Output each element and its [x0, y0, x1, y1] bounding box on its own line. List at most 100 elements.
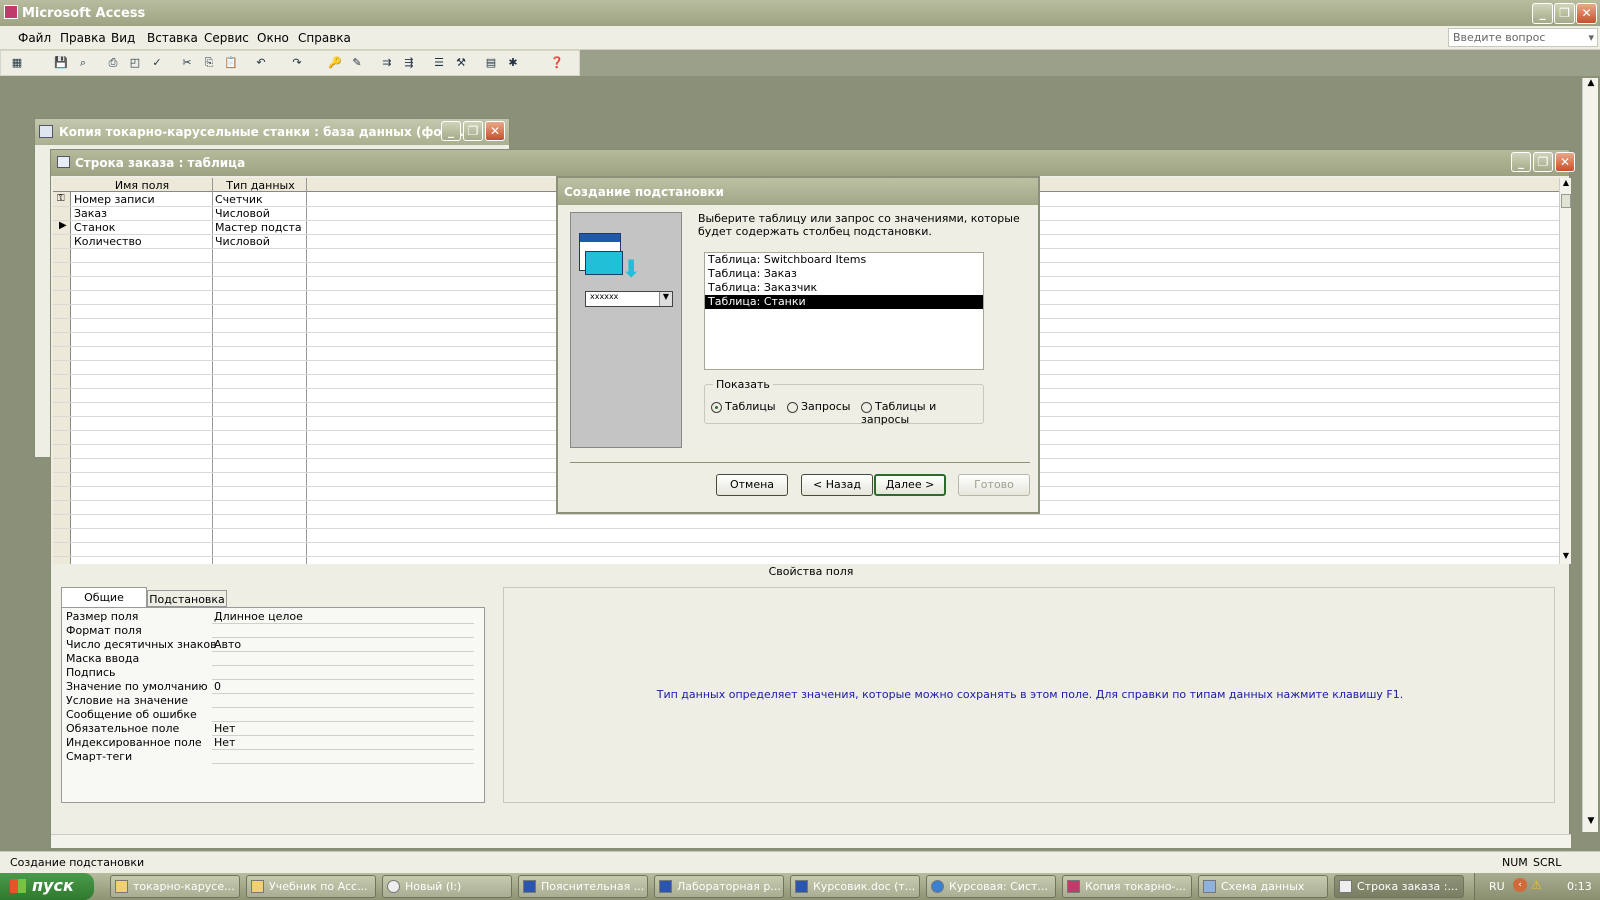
list-item[interactable]: Таблица: Заказчик: [705, 281, 983, 295]
column-header-data-type: Тип данных: [226, 179, 295, 192]
copy-icon[interactable]: ⎘: [201, 55, 217, 71]
delete-rows-icon[interactable]: ⇶: [401, 55, 417, 71]
db-minimize-button[interactable]: _: [441, 121, 461, 141]
warning-icon[interactable]: ⚠: [1531, 878, 1542, 892]
grid-vertical-scrollbar[interactable]: ▲ ▼: [1559, 178, 1571, 564]
property-row[interactable]: Формат поля: [66, 624, 486, 638]
table-minimize-button[interactable]: _: [1511, 152, 1531, 172]
tray-arrow-icon[interactable]: ‹: [1513, 878, 1527, 892]
taskbar-item[interactable]: Лабораторная р...: [654, 875, 784, 898]
paste-icon[interactable]: 📋: [223, 55, 239, 71]
dialog-titlebar: Создание подстановки: [558, 178, 1038, 205]
chevron-down-icon[interactable]: ▾: [1588, 31, 1594, 44]
table-maximize-button[interactable]: ❐: [1533, 152, 1553, 172]
scroll-thumb[interactable]: [1561, 194, 1571, 208]
folder-icon: [115, 880, 128, 893]
finish-button: Готово: [958, 474, 1030, 496]
start-button[interactable]: пуск: [0, 873, 94, 900]
cut-icon[interactable]: ✂: [179, 55, 195, 71]
table-close-button[interactable]: ✕: [1555, 152, 1575, 172]
taskbar-item[interactable]: Курсовая: Сист...: [926, 875, 1056, 898]
list-item[interactable]: Таблица: Заказ: [705, 267, 983, 281]
back-button[interactable]: < Назад: [801, 474, 873, 496]
next-button[interactable]: Далее >: [874, 474, 946, 496]
list-item[interactable]: Таблица: Switchboard Items: [705, 253, 983, 267]
save-icon[interactable]: 💾: [53, 55, 69, 71]
taskbar-item[interactable]: Схема данных: [1198, 875, 1328, 898]
radio-tables[interactable]: Таблицы: [711, 400, 776, 413]
insert-rows-icon[interactable]: ⇉: [379, 55, 395, 71]
menu-help[interactable]: Справка: [298, 31, 351, 45]
property-row[interactable]: Смарт-теги: [66, 750, 486, 764]
data-type-cell[interactable]: Числовой: [215, 207, 270, 220]
close-button[interactable]: ✕: [1576, 3, 1597, 24]
menu-tools[interactable]: Сервис: [204, 31, 249, 45]
scroll-down-icon[interactable]: ▼: [1583, 816, 1599, 832]
taskbar-item[interactable]: Новый (I:): [382, 875, 512, 898]
property-row[interactable]: Подпись: [66, 666, 486, 680]
preview-icon[interactable]: ◰: [127, 55, 143, 71]
property-row[interactable]: Размер поля Длинное целое: [66, 610, 486, 624]
scroll-up-icon[interactable]: ▲: [1560, 178, 1572, 190]
radio-button[interactable]: [861, 401, 872, 413]
minimize-button[interactable]: _: [1532, 3, 1553, 24]
table-window-titlebar: Строка заказа : таблица _ ❐ ✕: [51, 150, 1575, 176]
scroll-down-icon[interactable]: ▼: [1560, 551, 1572, 563]
data-type-cell[interactable]: Мастер подста: [215, 221, 305, 234]
cancel-button[interactable]: Отмена: [716, 474, 788, 496]
ask-question-input[interactable]: Введите вопрос ▾: [1448, 28, 1598, 47]
radio-button[interactable]: [711, 401, 722, 413]
menu-view[interactable]: Вид: [111, 31, 135, 45]
database-window-icon[interactable]: ▤: [483, 55, 499, 71]
field-name-cell[interactable]: Заказ: [74, 207, 107, 220]
print-icon[interactable]: ⎙: [105, 55, 121, 71]
radio-button[interactable]: [787, 401, 798, 413]
radio-tables-and-queries[interactable]: Таблицы и запросы: [861, 400, 983, 426]
taskbar-item[interactable]: Копия токарно-...: [1062, 875, 1192, 898]
menu-file[interactable]: Файл: [18, 31, 51, 45]
field-name-cell[interactable]: Станок: [74, 221, 115, 234]
maximize-button[interactable]: ❐: [1554, 3, 1575, 24]
field-name-cell[interactable]: Количество: [74, 235, 142, 248]
menu-edit[interactable]: Правка: [60, 31, 106, 45]
property-row[interactable]: Условие на значение: [66, 694, 486, 708]
property-row[interactable]: Сообщение об ошибке: [66, 708, 486, 722]
menu-window[interactable]: Окно: [257, 31, 289, 45]
db-close-button[interactable]: ✕: [485, 121, 505, 141]
db-maximize-button[interactable]: ❐: [463, 121, 483, 141]
taskbar-item[interactable]: Учебник по Acc...: [246, 875, 376, 898]
property-row[interactable]: Индексированное поле Нет: [66, 736, 486, 750]
property-row[interactable]: Обязательное поле Нет: [66, 722, 486, 736]
data-type-cell[interactable]: Числовой: [215, 235, 270, 248]
taskbar-item[interactable]: Курсовик.doc (т...: [790, 875, 920, 898]
taskbar-item[interactable]: токарно-карусе...: [110, 875, 240, 898]
app-vertical-scrollbar[interactable]: ▲ ▼: [1582, 78, 1598, 832]
property-row[interactable]: Число десятичных знаков Авто: [66, 638, 486, 652]
field-name-cell[interactable]: Номер записи: [74, 193, 155, 206]
scroll-up-icon[interactable]: ▲: [1583, 78, 1599, 94]
table-list[interactable]: Таблица: Switchboard Items Таблица: Зака…: [704, 252, 984, 370]
redo-icon[interactable]: ↷: [289, 55, 305, 71]
properties-icon[interactable]: ☰: [431, 55, 447, 71]
help-icon[interactable]: ❓: [549, 55, 565, 71]
key-icon[interactable]: 🔑: [327, 55, 343, 71]
menu-insert[interactable]: Вставка: [147, 31, 198, 45]
data-type-cell[interactable]: Счетчик: [215, 193, 263, 206]
language-indicator[interactable]: RU: [1489, 880, 1505, 893]
builder-icon[interactable]: ✎: [349, 55, 365, 71]
taskbar-item-active[interactable]: Строка заказа :...: [1334, 875, 1464, 898]
property-row[interactable]: Маска ввода: [66, 652, 486, 666]
search-icon[interactable]: ⌕: [75, 55, 91, 71]
tab-lookup[interactable]: Подстановка: [147, 590, 227, 607]
view-icon[interactable]: ▦: [9, 55, 25, 71]
list-item-selected[interactable]: Таблица: Станки: [705, 295, 983, 309]
taskbar-item[interactable]: Пояснительная ...: [518, 875, 648, 898]
property-row[interactable]: Значение по умолчанию 0: [66, 680, 486, 694]
spelling-icon[interactable]: ✓: [149, 55, 165, 71]
horizontal-scrollbar[interactable]: [51, 834, 1571, 848]
radio-queries[interactable]: Запросы: [787, 400, 850, 413]
undo-icon[interactable]: ↶: [253, 55, 269, 71]
tab-general[interactable]: Общие: [61, 587, 147, 607]
new-object-icon[interactable]: ✱: [505, 55, 521, 71]
build-icon[interactable]: ⚒: [453, 55, 469, 71]
